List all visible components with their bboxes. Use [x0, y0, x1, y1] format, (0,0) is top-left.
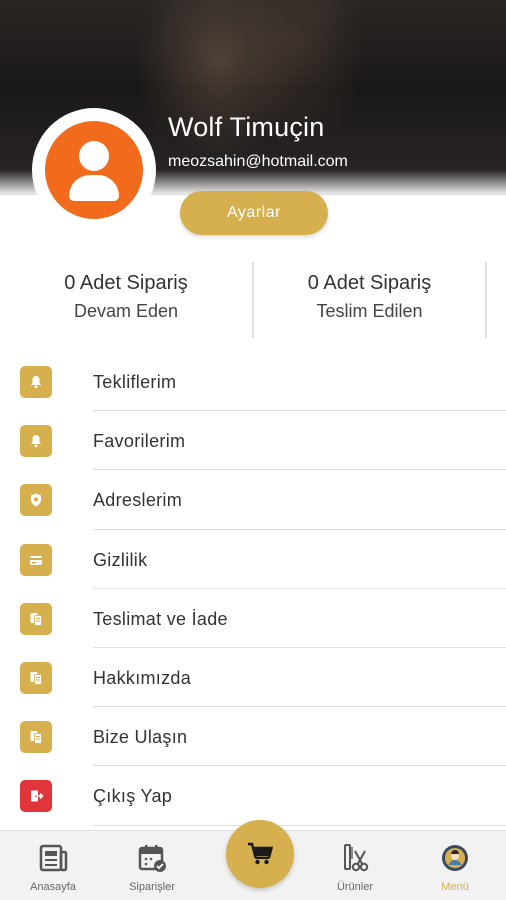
shield-icon — [20, 484, 52, 517]
bell-icon — [20, 425, 52, 458]
nav-label: Anasayfa — [30, 881, 76, 893]
menu-item-logout[interactable]: Çıkış Yap — [0, 766, 506, 826]
document-icon — [20, 602, 52, 635]
stat-count: 0 Adet Sipariş — [64, 272, 188, 294]
order-stats: 0 Adet Sipariş Devam Eden 0 Adet Sipariş… — [0, 262, 506, 338]
nav-menu[interactable]: Menü — [410, 843, 500, 893]
nav-home[interactable]: Anasayfa — [8, 843, 98, 893]
menu-item-favorites[interactable]: Favorilerim — [0, 411, 506, 471]
nav-products[interactable]: Ürünler — [310, 843, 400, 893]
barber-tools-icon — [344, 844, 369, 872]
menu-item-about[interactable]: Hakkımızda — [0, 648, 506, 708]
logout-icon — [20, 780, 52, 813]
nav-orders[interactable]: Siparişler — [107, 843, 197, 893]
menu-item-privacy[interactable]: Gizlilik — [0, 530, 506, 589]
stat-label: Teslim Edilen — [316, 301, 423, 321]
nav-label: Menü — [441, 881, 469, 893]
document-icon — [20, 661, 52, 694]
nav-label: Siparişler — [129, 881, 175, 893]
stat-ongoing[interactable]: 0 Adet Sipariş Devam Eden — [0, 262, 254, 338]
menu-item-label: Adreslerim — [93, 490, 183, 511]
document-icon — [20, 721, 52, 754]
stat-delivered[interactable]: 0 Adet Sipariş Teslim Edilen — [254, 262, 487, 338]
menu-item-label: Favorilerim — [93, 431, 186, 452]
stat-label: Devam Eden — [73, 301, 179, 321]
user-badge-icon — [442, 845, 468, 871]
settings-button[interactable]: Ayarlar — [180, 191, 328, 235]
menu-item-label: Teslimat ve İade — [93, 608, 228, 629]
menu-item-delivery-returns[interactable]: Teslimat ve İade — [0, 589, 506, 648]
user-avatar-icon — [45, 121, 143, 219]
nav-label: Ürünler — [336, 881, 374, 893]
menu-item-contact[interactable]: Bize Ulaşın — [0, 707, 506, 767]
menu-item-label: Gizlilik — [93, 549, 148, 570]
calendar-check-icon — [138, 845, 166, 872]
profile-menu: Tekliflerim Favorilerim Adreslerim Gizli… — [0, 352, 506, 826]
newspaper-icon — [39, 844, 68, 872]
menu-item-offers[interactable]: Tekliflerim — [0, 352, 506, 412]
cart-button[interactable] — [226, 820, 294, 888]
stat-count: 0 Adet Sipariş — [307, 272, 432, 294]
bell-icon — [20, 366, 52, 398]
menu-item-label: Tekliflerim — [93, 372, 177, 392]
menu-item-label: Bize Ulaşın — [93, 727, 188, 748]
cart-icon — [248, 842, 273, 865]
menu-item-label: Çıkış Yap — [93, 786, 173, 807]
avatar[interactable] — [32, 108, 156, 232]
card-icon — [20, 543, 52, 576]
menu-item-addresses[interactable]: Adreslerim — [0, 470, 506, 530]
user-name: Wolf Timuçin — [168, 112, 325, 142]
user-email: meozsahin@hotmail.com — [168, 153, 348, 170]
menu-item-label: Hakkımızda — [93, 667, 192, 688]
